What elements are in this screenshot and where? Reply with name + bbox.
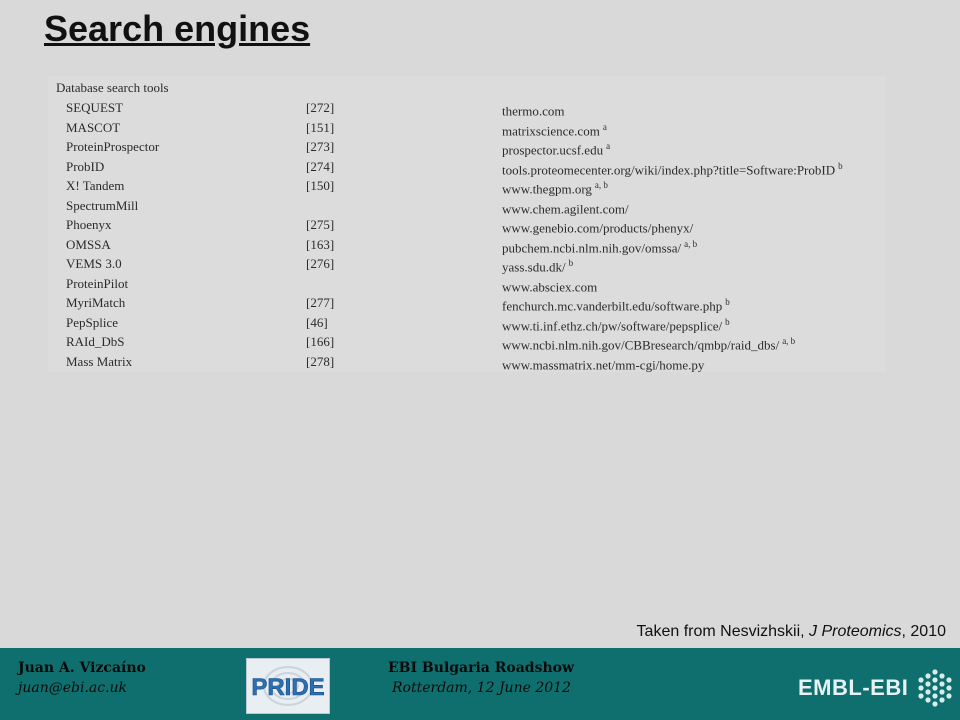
tool-url: www.chem.agilent.com/ xyxy=(502,200,629,216)
tool-footnote-marks: b xyxy=(725,297,730,307)
table-row: VEMS 3.0 [276] yass.sdu.dk/b xyxy=(48,254,886,275)
tool-reference: [273] xyxy=(306,139,335,154)
tool-name: PepSplice xyxy=(66,314,118,330)
event-name: EBI Bulgaria Roadshow xyxy=(388,660,575,676)
tool-url: www.ncbi.nlm.nih.gov/CBBresearch/qmbp/ra… xyxy=(502,337,780,353)
table-row: X! Tandem [150] www.thegpm.org a, b xyxy=(48,176,886,197)
table-row: SEQUEST [272] thermo.com xyxy=(48,98,886,119)
tool-name: SEQUEST xyxy=(66,100,124,115)
tool-url: pubchem.ncbi.nlm.nih.gov/omssa/ xyxy=(502,239,682,255)
tool-footnote-marks: b xyxy=(725,316,730,327)
tool-reference: [276] xyxy=(306,256,335,271)
tool-url: www.genebio.com/products/phenyx/ xyxy=(502,220,694,236)
table-row: ProteinPilot www.absciex.com xyxy=(48,274,886,294)
tool-name: Mass Matrix xyxy=(66,353,133,369)
table-row: MASCOT [151] matrixscience.com a xyxy=(48,118,886,138)
tool-url: www.ti.inf.ethz.ch/pw/software/pepsplice… xyxy=(502,317,723,333)
tool-name: X! Tandem xyxy=(66,178,125,193)
pride-logo-graphic: PRIDE xyxy=(251,666,325,706)
citation-suffix: , 2010 xyxy=(901,623,946,640)
tool-footnote-marks: a xyxy=(606,141,611,151)
embl-ebi-text: EMBL-EBI xyxy=(798,675,909,700)
table-row: ProteinProspector [273] prospector.ucsf.ed… xyxy=(48,137,886,158)
pride-logo-text: PRIDE xyxy=(251,674,324,701)
tool-footnote-marks: b xyxy=(568,258,574,268)
tool-reference: [166] xyxy=(306,334,335,349)
source-citation: Taken from Nesvizhskii, J Proteomics, 20… xyxy=(637,623,946,641)
search-tools-table: Database search tools SEQUEST [272] thermo… xyxy=(48,76,886,372)
embl-hexagon-icon xyxy=(918,669,952,707)
citation-prefix: Taken from Nesvizhskii, xyxy=(636,623,810,640)
tool-url-cell: www.massmatrix.net/mm-cgi/home.py xyxy=(502,352,707,374)
tool-name: OMSSA xyxy=(66,236,111,252)
tool-url: thermo.com xyxy=(502,103,565,119)
event-place-date: Rotterdam, 12 June 2012 xyxy=(392,680,571,696)
pride-logo: PRIDE xyxy=(246,658,330,714)
author-email: juan@ebi.ac.uk xyxy=(18,680,128,696)
table-row: Mass Matrix [278] www.massmatrix.net/mm-cg… xyxy=(48,352,886,374)
tool-url: www.massmatrix.net/mm-cgi/home.py xyxy=(502,356,705,372)
tool-reference: [272] xyxy=(306,100,335,115)
tool-url: matrixscience.com xyxy=(502,122,600,138)
footer-bar: Juan A. Vizcaíno juan@ebi.ac.uk PRIDE EB… xyxy=(0,648,960,720)
tool-footnote-marks: a xyxy=(602,121,607,132)
tool-footnote-marks: a, b xyxy=(782,336,796,346)
tool-name: SpectrumMill xyxy=(66,197,139,213)
tool-url: fenchurch.mc.vanderbilt.edu/software.php xyxy=(502,298,723,314)
tool-reference: [151] xyxy=(306,119,335,135)
tool-url: tools.proteomecenter.org/wiki/index.php?… xyxy=(502,161,836,177)
table-row: ProbID [274] tools.proteomecenter.org/wiki… xyxy=(48,157,886,177)
tool-reference: [46] xyxy=(306,314,328,330)
tool-reference: [275] xyxy=(306,217,335,232)
table-heading: Database search tools xyxy=(56,80,169,95)
table-row: OMSSA [163] pubchem.ncbi.nlm.nih.gov/omssa… xyxy=(48,235,886,255)
table-row: SpectrumMill www.chem.agilent.com/ xyxy=(48,196,886,216)
tool-name: ProbID xyxy=(66,158,105,174)
tool-footnote-marks: a, b xyxy=(684,238,698,249)
tool-reference: [278] xyxy=(306,353,335,369)
tool-name: ProteinProspector xyxy=(66,139,160,154)
tool-reference: [163] xyxy=(306,236,335,252)
tool-reference: [274] xyxy=(306,158,335,174)
tool-footnote-marks: a, b xyxy=(594,180,608,190)
tool-name: RAId_DbS xyxy=(66,334,125,349)
citation-journal: J Proteomics xyxy=(809,623,902,640)
tool-url: www.thegpm.org xyxy=(502,181,592,197)
tool-name: ProteinPilot xyxy=(66,275,129,291)
author-name: Juan A. Vizcaíno xyxy=(18,660,146,676)
table-row: RAId_DbS [166] www.ncbi.nlm.nih.gov/CBBres… xyxy=(48,332,886,353)
table-row: Phoenyx [275] www.genebio.com/products/phe… xyxy=(48,215,886,236)
tool-url: yass.sdu.dk/ xyxy=(502,259,566,275)
table-row: PepSplice [46] www.ti.inf.ethz.ch/pw/softw… xyxy=(48,313,886,333)
tool-name: Phoenyx xyxy=(66,217,112,232)
tool-reference: [277] xyxy=(306,295,335,310)
tool-reference: [150] xyxy=(306,178,335,193)
tool-url: www.absciex.com xyxy=(502,278,598,294)
table-row: MyriMatch [277] fenchurch.mc.vanderbilt.ed… xyxy=(48,293,886,314)
embl-ebi-logo: EMBL-EBI xyxy=(798,668,954,708)
slide-title: Search engines xyxy=(44,8,311,49)
tool-name: VEMS 3.0 xyxy=(66,256,122,271)
tool-name: MASCOT xyxy=(66,119,121,135)
tool-url: prospector.ucsf.edu xyxy=(502,142,604,158)
tool-footnote-marks: b xyxy=(838,160,843,171)
tool-name: MyriMatch xyxy=(66,295,126,310)
